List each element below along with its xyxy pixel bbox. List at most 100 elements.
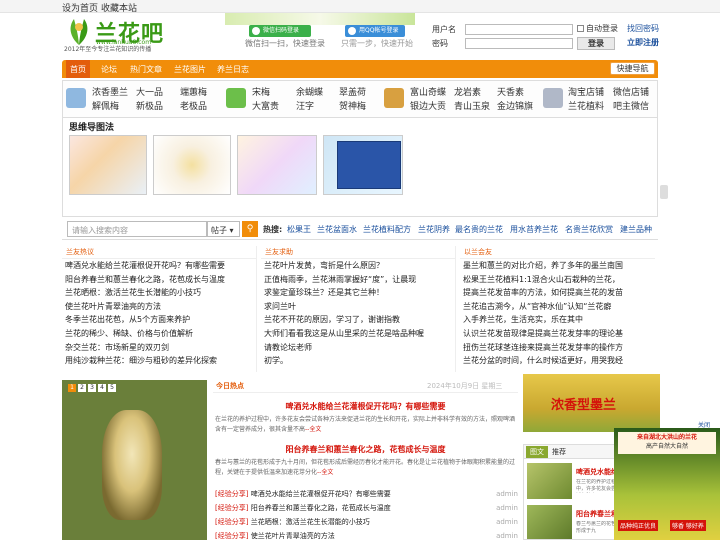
search-button[interactable]: ⚲ bbox=[242, 221, 258, 237]
list-item[interactable]: 使兰花叶片青翠油亮的方法 bbox=[62, 300, 256, 314]
hot-word[interactable]: 名贵兰花欣赏 bbox=[565, 224, 613, 235]
cat-item[interactable]: 解佩梅 bbox=[92, 99, 119, 112]
list-item[interactable]: 请教论坛老师 bbox=[261, 341, 455, 355]
ad-banner[interactable]: 浓香型墨兰 bbox=[523, 374, 660, 432]
article-row[interactable]: [经验分享] 阳台养春兰和蕙兰春化之路，花苞成长与温度 admin bbox=[215, 501, 518, 515]
username-input[interactable] bbox=[465, 24, 573, 35]
list-item[interactable]: 扭伤兰花球茎连接来提高兰花发芽率的操作方 bbox=[460, 341, 655, 355]
list-item[interactable]: 兰花追古溯今，从“官神水仙”认知“兰花癖 bbox=[460, 300, 655, 314]
list-item[interactable]: 提高兰花发苗率的方法，如何提高兰花的发苗 bbox=[460, 286, 655, 300]
list-item[interactable]: 阳台养春兰和蕙兰春化之路，花苞成长与温度 bbox=[62, 273, 256, 287]
nav-orchid-pictures[interactable]: 兰花图片 bbox=[174, 64, 206, 75]
hot-word[interactable]: 建兰品种 bbox=[620, 224, 652, 235]
cat-item[interactable]: 宋梅 bbox=[252, 85, 270, 98]
headline[interactable]: 啤酒兑水能给兰花灌根促开花吗？有哪些需要 bbox=[213, 401, 518, 412]
hot-word[interactable]: 兰花盆面水 bbox=[317, 224, 357, 235]
search-input[interactable]: 请输入搜索内容 bbox=[67, 221, 207, 237]
nav-hot-articles[interactable]: 热门文章 bbox=[130, 64, 162, 75]
list-item[interactable]: 初学。 bbox=[261, 354, 455, 368]
nav-forum[interactable]: 论坛 bbox=[101, 64, 117, 75]
mindmap-thumbnail[interactable] bbox=[69, 135, 147, 195]
search-scope-select[interactable]: 帖子 ▾ bbox=[207, 221, 240, 237]
box-icon bbox=[384, 88, 404, 108]
ad-close-link[interactable]: 关闭 bbox=[698, 420, 710, 429]
cat-item[interactable]: 微信店铺 bbox=[613, 85, 649, 98]
nav-orchid-diary[interactable]: 养兰日志 bbox=[217, 64, 249, 75]
mindmap-thumbnail[interactable] bbox=[153, 135, 231, 195]
cat-item[interactable]: 翠盖荷 bbox=[339, 85, 366, 98]
hot-word[interactable]: 松果王 bbox=[287, 224, 311, 235]
forgot-password-link[interactable]: 找回密码 bbox=[627, 23, 659, 34]
cat-item[interactable]: 老极品 bbox=[180, 99, 207, 112]
article-row[interactable]: [经验分享] 兰花晒根：激活兰花生长潜能的小技巧 admin bbox=[215, 515, 518, 529]
article-thumbnail[interactable] bbox=[527, 463, 572, 499]
list-item[interactable]: 认识兰花发苗现律是提高兰花发芽率的理论基 bbox=[460, 327, 655, 341]
cat-item[interactable]: 淘宝店铺 bbox=[568, 85, 604, 98]
wechat-login-button[interactable]: 微信扫码登录 bbox=[249, 25, 311, 37]
hot-word[interactable]: 兰花阴养 bbox=[418, 224, 450, 235]
headline[interactable]: 阳台养春兰和蕙兰春化之路，花苞成长与温度 bbox=[213, 444, 518, 455]
cat-item[interactable]: 汪字 bbox=[296, 99, 314, 112]
list-item[interactable]: 兰花晒根：激活兰花生长潜能的小技巧 bbox=[62, 286, 256, 300]
floating-ad[interactable]: 关闭 来自湖北大洪山的兰花 高产自然大自然 品种纯正优良 够香 够好养 bbox=[614, 422, 720, 540]
list-item[interactable]: 用纯沙栽种兰花：细沙与粗砂的差异化探索 bbox=[62, 354, 256, 368]
slide-tab[interactable]: 4 bbox=[98, 384, 106, 392]
cat-item[interactable]: 青山玉泉 bbox=[454, 99, 490, 112]
username-label: 用户名 bbox=[432, 25, 456, 34]
cat-item[interactable]: 吧主微信 bbox=[613, 99, 649, 112]
cat-item[interactable]: 大一品 bbox=[136, 85, 163, 98]
list-item[interactable]: 杂交兰花：市场新星的双刃剑 bbox=[62, 341, 256, 355]
register-link[interactable]: 立即注册 bbox=[627, 37, 659, 48]
quick-nav-button[interactable]: 快捷导航 bbox=[610, 62, 655, 75]
hot-word[interactable]: 兰花植料配方 bbox=[363, 224, 411, 235]
list-item[interactable]: 兰花不开花的原因，学习了，谢谢指教 bbox=[261, 313, 455, 327]
list-item[interactable]: 兰花的稀少、稀缺、价格与价值解析 bbox=[62, 327, 256, 341]
slide-tab[interactable]: 5 bbox=[108, 384, 116, 392]
tab-image-text[interactable]: 图文 bbox=[526, 446, 548, 458]
ad-tag: 品种纯正优良 bbox=[618, 520, 659, 531]
slide-tab[interactable]: 2 bbox=[78, 384, 86, 392]
list-item[interactable]: 大师们看看我这是从山里采的兰花是啥品种喔 bbox=[261, 327, 455, 341]
list-item[interactable]: 求鉴定童珍珠兰？还是其它兰种！ bbox=[261, 286, 455, 300]
scroll-handle[interactable] bbox=[660, 185, 668, 199]
cat-item[interactable]: 余蝴蝶 bbox=[296, 85, 323, 98]
cat-item[interactable]: 大富贵 bbox=[252, 99, 279, 112]
nav-home[interactable]: 首页 bbox=[70, 64, 86, 75]
qq-login-button[interactable]: 用QQ帐号登录 bbox=[345, 25, 405, 37]
cat-item[interactable]: 富山奇蝶 bbox=[410, 85, 446, 98]
photo-slideshow[interactable]: 1 2 3 4 5 bbox=[62, 380, 207, 540]
list-item[interactable]: 啤酒兑水能给兰花灌根促开花吗？有哪些需要 bbox=[62, 259, 256, 273]
cat-item[interactable]: 贺神梅 bbox=[339, 99, 366, 112]
list-item[interactable]: 求问兰叶 bbox=[261, 300, 455, 314]
logo-slogan: 2012年至今专注兰花知识的传播 bbox=[64, 46, 152, 53]
list-item[interactable]: 兰花分盆的时间，什么时候适更好，用哭我经 bbox=[460, 354, 655, 368]
cat-item[interactable]: 银边大贡 bbox=[410, 99, 446, 112]
list-item[interactable]: 入手养兰花，生活充实，乐在其中 bbox=[460, 313, 655, 327]
article-row[interactable]: [经验分享] 使兰花叶片青翠油亮的方法 admin bbox=[215, 529, 518, 543]
column-title: 兰友热议 bbox=[62, 246, 256, 259]
article-summary: 春兰与蕙兰的花苞形成于九 bbox=[576, 521, 616, 534]
cat-item[interactable]: 端蕙梅 bbox=[180, 85, 207, 98]
tab-recommend[interactable]: 推荐 bbox=[552, 447, 566, 457]
hot-word[interactable]: 最名贵的兰花 bbox=[455, 224, 503, 235]
slide-tab[interactable]: 1 bbox=[68, 384, 76, 392]
cat-item[interactable]: 天香素 bbox=[497, 85, 524, 98]
article-thumbnail[interactable] bbox=[527, 505, 572, 539]
cat-item[interactable]: 新极品 bbox=[136, 99, 163, 112]
cat-item[interactable]: 金边锦旗 bbox=[497, 99, 533, 112]
mindmap-thumbnail[interactable] bbox=[237, 135, 317, 195]
cat-item[interactable]: 浓香墨兰 bbox=[92, 85, 128, 98]
list-item[interactable]: 松果王兰花植料1:1混合火山石栽种的兰花， bbox=[460, 273, 655, 287]
list-item[interactable]: 墨兰和蕙兰的对比介绍，养了多年的墨兰南国 bbox=[460, 259, 655, 273]
login-button[interactable]: 登录 bbox=[577, 37, 615, 50]
cat-item[interactable]: 龙岩素 bbox=[454, 85, 481, 98]
hot-word[interactable]: 用水苔养兰花 bbox=[510, 224, 558, 235]
list-item[interactable]: 兰花叶片发黄，弯折是什么原因？ bbox=[261, 259, 455, 273]
list-item[interactable]: 冬季兰花出花苞，从5个方面来养护 bbox=[62, 313, 256, 327]
list-item[interactable]: 正值梅雨季，兰花淋雨掌握好“度”，让晨现 bbox=[261, 273, 455, 287]
auto-login-checkbox[interactable] bbox=[577, 25, 584, 32]
article-row[interactable]: [经验分享] 啤酒兑水能给兰花灌根促开花吗？有哪些需要 admin bbox=[215, 487, 518, 501]
password-input[interactable] bbox=[465, 38, 573, 49]
cat-item[interactable]: 兰花植料 bbox=[568, 99, 604, 112]
slide-tab[interactable]: 3 bbox=[88, 384, 96, 392]
